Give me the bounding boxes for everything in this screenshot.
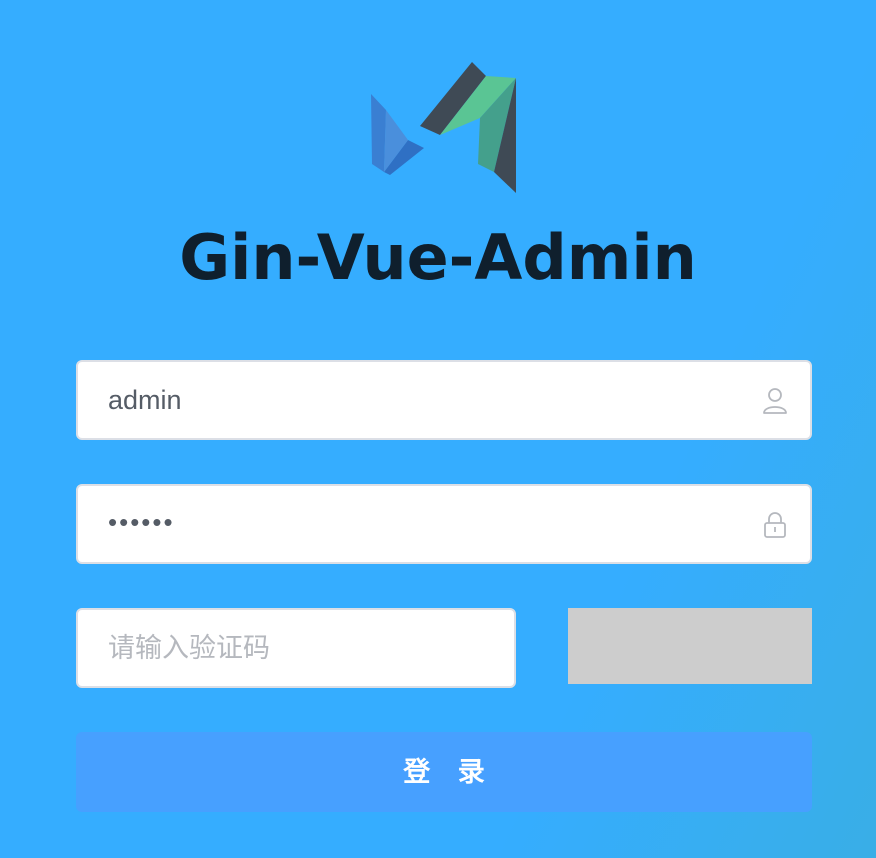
password-value[interactable]: ••••••	[108, 484, 175, 560]
app-title: Gin-Vue-Admin	[179, 221, 697, 294]
login-button[interactable]: 登 录	[76, 732, 812, 812]
password-field[interactable]: ••••••	[76, 484, 812, 564]
username-field[interactable]: admin	[76, 360, 812, 440]
gin-vue-admin-logo	[371, 62, 516, 193]
lock-icon	[764, 512, 786, 538]
user-icon	[763, 388, 787, 414]
captcha-placeholder[interactable]: 请输入验证码	[108, 610, 270, 686]
captcha-image[interactable]	[568, 608, 812, 684]
captcha-field[interactable]: 请输入验证码	[76, 608, 516, 688]
username-value[interactable]: admin	[108, 362, 182, 438]
